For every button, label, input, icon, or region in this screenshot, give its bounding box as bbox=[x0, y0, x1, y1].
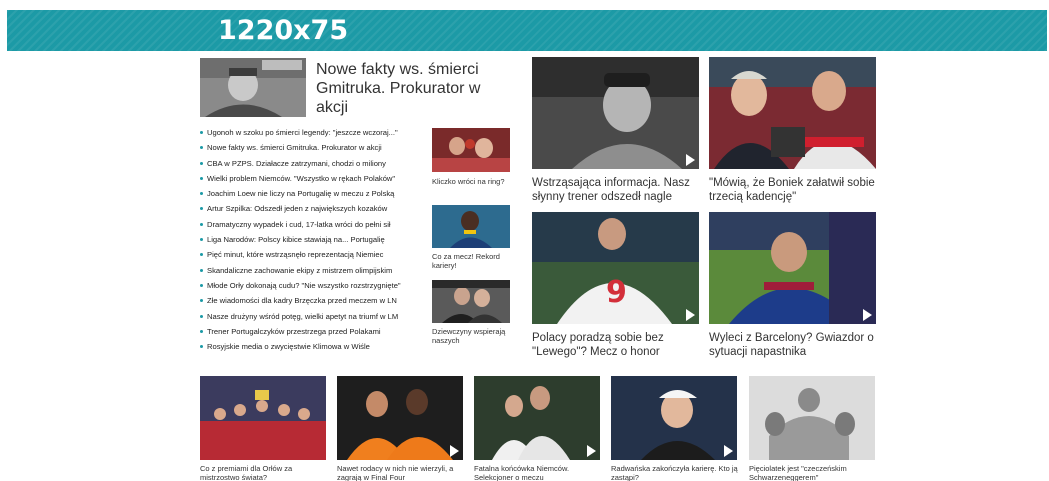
list-item[interactable]: Nasze drużyny wśród potęg, wielki apetyt… bbox=[200, 309, 430, 324]
side-item-image[interactable] bbox=[432, 128, 510, 172]
lead-article-title[interactable]: Nowe fakty ws. śmierci Gmitruka. Prokura… bbox=[316, 60, 506, 117]
list-item[interactable]: Artur Szpilka: Odszedł jeden z największ… bbox=[200, 201, 430, 216]
list-item[interactable]: Złe wiadomości dla kadry Brzęczka przed … bbox=[200, 293, 430, 308]
bottom-item-caption[interactable]: Radwańska zakończyła karierę. Kto ją zas… bbox=[611, 464, 741, 481]
news-list: Ugonoh w szoku po śmierci legendy: "jesz… bbox=[200, 125, 430, 354]
list-item[interactable]: Trener Portugalczyków przestrzega przed … bbox=[200, 324, 430, 339]
grid-item-image[interactable] bbox=[532, 57, 699, 169]
grid-item-image[interactable] bbox=[709, 212, 876, 324]
grid-item-caption[interactable]: "Mówią, że Boniek załatwił sobie trzecią… bbox=[709, 176, 879, 204]
banner-text: 1220x75 bbox=[218, 15, 349, 46]
list-item[interactable]: CBA w PZPS. Działacze zatrzymani, chodzi… bbox=[200, 156, 430, 171]
bottom-item-caption[interactable]: Fatalna końcówka Niemców. Selekcjoner o … bbox=[474, 464, 604, 481]
side-item-image[interactable] bbox=[432, 280, 510, 323]
svg-text:9: 9 bbox=[606, 275, 627, 310]
play-icon bbox=[863, 309, 872, 321]
lead-article-image[interactable] bbox=[200, 58, 306, 117]
list-item[interactable]: Rosyjskie media o zwycięstwie Klimowa w … bbox=[200, 339, 430, 354]
bottom-item-image[interactable] bbox=[474, 376, 600, 460]
side-item-caption[interactable]: Co za mecz! Rekord kariery! bbox=[432, 252, 510, 270]
play-icon bbox=[686, 309, 695, 321]
list-item[interactable]: Joachim Loew nie liczy na Portugalię w m… bbox=[200, 186, 430, 201]
grid-item-image[interactable]: 9 bbox=[532, 212, 699, 324]
play-icon bbox=[587, 445, 596, 457]
side-item-caption[interactable]: Kliczko wróci na ring? bbox=[432, 177, 510, 186]
bottom-item-image[interactable] bbox=[200, 376, 326, 460]
list-item[interactable]: Skandaliczne zachowanie ekipy z mistrzem… bbox=[200, 263, 430, 278]
list-item[interactable]: Ugonoh w szoku po śmierci legendy: "jesz… bbox=[200, 125, 430, 140]
grid-item-image[interactable] bbox=[709, 57, 876, 169]
list-item[interactable]: Liga Narodów: Polscy kibice stawiają na.… bbox=[200, 232, 430, 247]
bottom-item-caption[interactable]: Nawet rodacy w nich nie wierzyli, a zagr… bbox=[337, 464, 467, 481]
play-icon bbox=[724, 445, 733, 457]
ad-banner[interactable]: 1220x75 bbox=[7, 10, 1047, 51]
bottom-item-caption[interactable]: Co z premiami dla Orłów za mistrzostwo ś… bbox=[200, 464, 330, 481]
bottom-item-caption[interactable]: Pięciolatek jest "czeczeńskim Schwarzene… bbox=[749, 464, 879, 481]
play-icon bbox=[450, 445, 459, 457]
grid-item-caption[interactable]: Polacy poradzą sobie bez "Lewego"? Mecz … bbox=[532, 331, 702, 359]
bottom-item-image[interactable] bbox=[611, 376, 737, 460]
list-item[interactable]: Nowe fakty ws. śmierci Gmitruka. Prokura… bbox=[200, 140, 430, 155]
side-item-image[interactable] bbox=[432, 205, 510, 248]
list-item[interactable]: Pięć minut, które wstrząsnęło reprezenta… bbox=[200, 247, 430, 262]
grid-item-caption[interactable]: Wstrząsająca informacja. Nasz słynny tre… bbox=[532, 176, 702, 204]
list-item[interactable]: Wielki problem Niemców. "Wszystko w ręka… bbox=[200, 171, 430, 186]
play-icon bbox=[686, 154, 695, 166]
list-item[interactable]: Dramatyczny wypadek i cud, 17-latka wróc… bbox=[200, 217, 430, 232]
list-item[interactable]: Młode Orły dokonają cudu? "Nie wszystko … bbox=[200, 278, 430, 293]
bottom-item-image[interactable] bbox=[749, 376, 875, 460]
grid-item-caption[interactable]: Wyleci z Barcelony? Gwiazdor o sytuacji … bbox=[709, 331, 879, 359]
bottom-item-image[interactable] bbox=[337, 376, 463, 460]
side-item-caption[interactable]: Dziewczyny wspierają naszych bbox=[432, 327, 510, 345]
